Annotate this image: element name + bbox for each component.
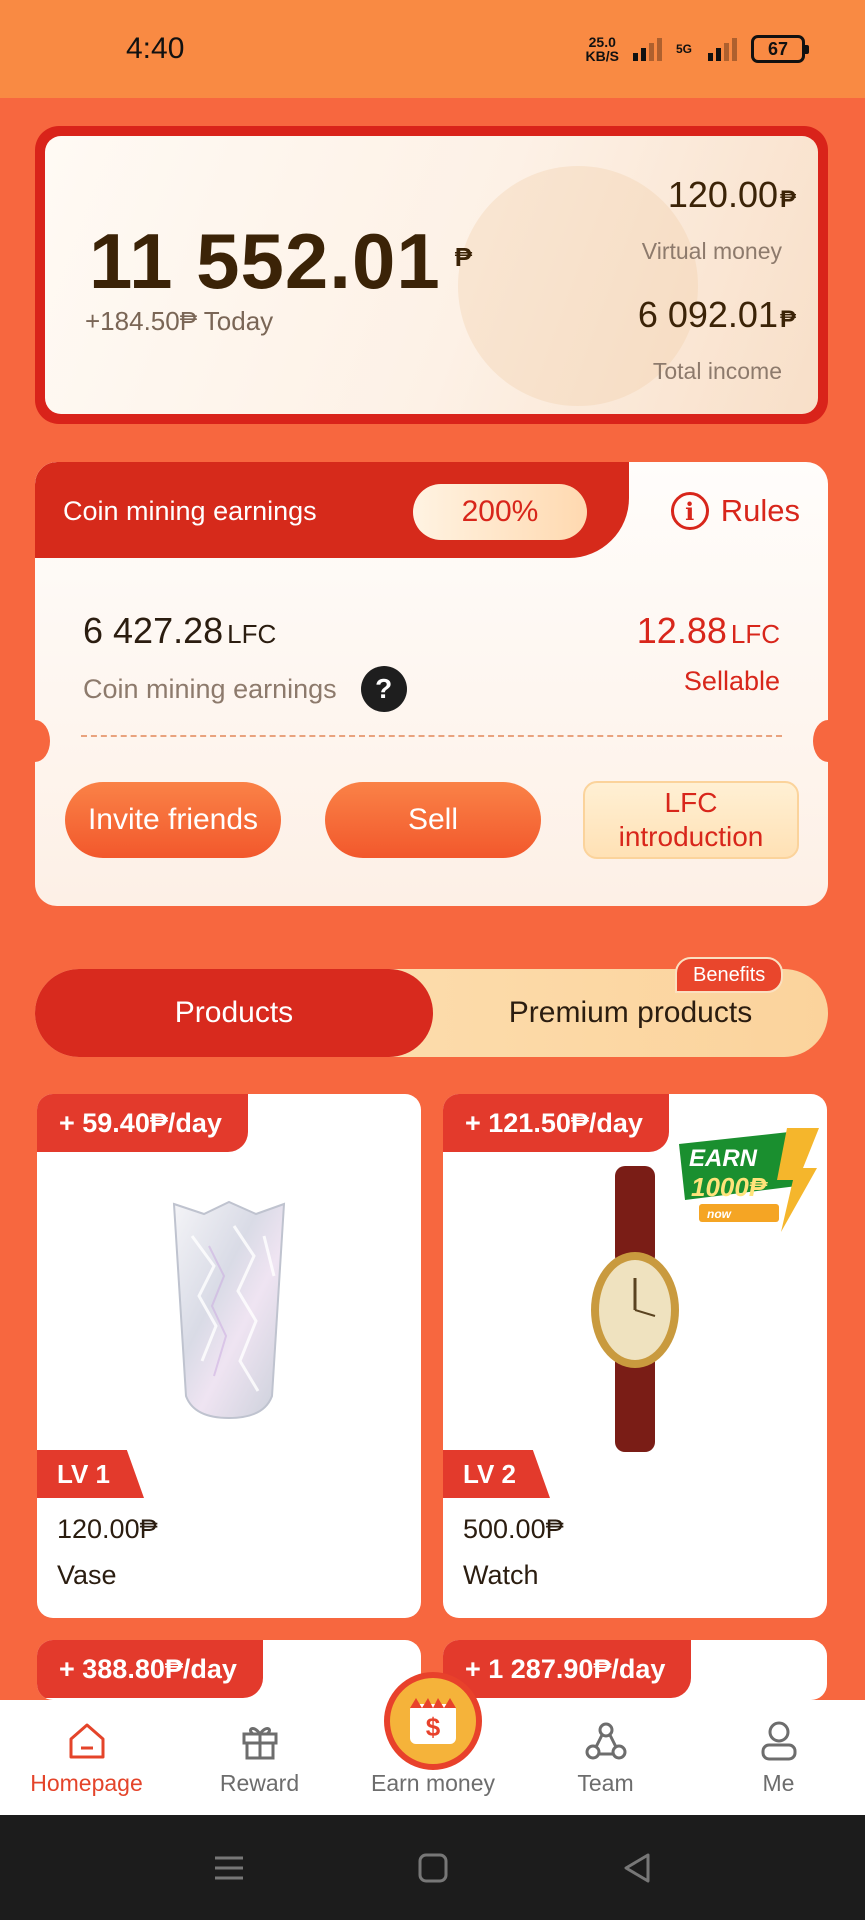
total-income-amount: 6 092.01₱ bbox=[637, 294, 796, 335]
mining-header: Coin mining earnings 200% bbox=[35, 462, 629, 558]
product-name: Vase bbox=[57, 1560, 117, 1590]
mining-title: Coin mining earnings bbox=[63, 496, 317, 526]
product-card-4[interactable]: + 1 287.90₱/day bbox=[443, 1640, 827, 1700]
battery-icon: 67 bbox=[751, 35, 809, 63]
status-bar: 4:40 25.0 KB/S 5G 67 bbox=[0, 0, 865, 98]
balance-amount: 11 552.01 bbox=[89, 217, 441, 305]
mining-percent-badge: 200% bbox=[413, 484, 587, 540]
status-icons: 25.0 KB/S 5G 67 bbox=[586, 35, 809, 63]
money-bag-icon: $ bbox=[410, 1698, 456, 1744]
balance-main: 11 552.01 ₱ bbox=[89, 216, 473, 307]
earn-amount-text: 1000₱ bbox=[691, 1172, 768, 1202]
daily-rate-tag: + 121.50₱/day bbox=[443, 1094, 669, 1152]
network-type: 5G bbox=[675, 42, 692, 56]
ticket-notch-right bbox=[813, 720, 828, 762]
earn-text: EARN bbox=[689, 1145, 758, 1172]
benefits-badge: Benefits bbox=[675, 957, 784, 993]
mining-card: Coin mining earnings 200% i Rules 6 427.… bbox=[35, 462, 828, 906]
signal-icon bbox=[632, 37, 662, 61]
earn-now-text: now bbox=[707, 1207, 732, 1221]
balance-today: +184.50₱ Today bbox=[85, 306, 274, 336]
nav-homepage[interactable]: Homepage bbox=[0, 1720, 173, 1797]
product-price: 500.00₱ bbox=[463, 1514, 564, 1544]
mining-earnings-value: 6 427.28 LFC bbox=[83, 610, 277, 651]
product-price: 120.00₱ bbox=[57, 1514, 158, 1544]
level-tag: LV 1 bbox=[37, 1450, 144, 1498]
product-tabs: Products Premium products Benefits bbox=[35, 957, 828, 1057]
ticket-notch-left bbox=[35, 720, 50, 762]
lfc-introduction-button[interactable]: LFC introduction bbox=[583, 781, 799, 859]
earn-1000-badge[interactable]: EARN 1000₱ now bbox=[669, 1124, 825, 1234]
product-name: Watch bbox=[463, 1560, 539, 1590]
svg-text:$: $ bbox=[426, 1712, 441, 1742]
network-speed: 25.0 KB/S bbox=[586, 35, 619, 63]
status-time: 4:40 bbox=[126, 32, 185, 65]
balance-card: 11 552.01 ₱ +184.50₱ Today 120.00₱ Virtua… bbox=[35, 126, 828, 424]
vase-image bbox=[172, 1200, 286, 1420]
nav-me[interactable]: Me bbox=[692, 1720, 865, 1797]
back-icon[interactable] bbox=[620, 1851, 654, 1885]
invite-friends-button[interactable]: Invite friends bbox=[65, 782, 281, 858]
network-speed-value: 25.0 bbox=[588, 34, 616, 50]
team-icon bbox=[585, 1722, 626, 1760]
signal-5g-icon bbox=[708, 37, 737, 61]
sellable-label: Sellable bbox=[683, 666, 780, 696]
level-tag: LV 2 bbox=[443, 1450, 550, 1498]
info-icon: i bbox=[670, 492, 709, 530]
product-card-watch[interactable]: + 121.50₱/day EARN 1000₱ now LV 2 500.00… bbox=[443, 1094, 827, 1618]
daily-rate-tag: + 388.80₱/day bbox=[37, 1640, 263, 1698]
product-card-3[interactable]: + 388.80₱/day bbox=[37, 1640, 421, 1700]
daily-rate-tag: + 59.40₱/day bbox=[37, 1094, 248, 1152]
network-speed-unit: KB/S bbox=[585, 48, 619, 64]
peso-icon: ₱ bbox=[454, 242, 474, 272]
person-icon bbox=[761, 1721, 796, 1761]
earn-money-button[interactable]: $ bbox=[384, 1672, 482, 1770]
total-income-label: Total income bbox=[652, 358, 782, 384]
earn-money-label: Earn money bbox=[370, 1770, 495, 1796]
rules-button[interactable]: i Rules bbox=[670, 492, 800, 530]
mining-earnings-label: Coin mining earnings ? bbox=[83, 666, 407, 712]
nav-team[interactable]: Team bbox=[519, 1720, 692, 1797]
sellable-value: 12.88 LFC bbox=[636, 610, 780, 651]
sell-button[interactable]: Sell bbox=[325, 782, 541, 858]
menu-icon[interactable] bbox=[212, 1853, 246, 1883]
help-question-icon[interactable]: ? bbox=[360, 666, 407, 712]
divider bbox=[81, 735, 782, 737]
tab-products[interactable]: Products bbox=[35, 969, 433, 1057]
system-nav-bar bbox=[0, 1815, 865, 1920]
gift-icon bbox=[242, 1727, 277, 1760]
product-card-vase[interactable]: + 59.40₱/day LV 1 120.00₱ Vase bbox=[37, 1094, 421, 1618]
home-square-icon[interactable] bbox=[416, 1851, 450, 1885]
virtual-money-amount: 120.00₱ bbox=[667, 174, 796, 215]
daily-rate-tag: + 1 287.90₱/day bbox=[443, 1640, 692, 1698]
home-icon bbox=[69, 1723, 104, 1759]
rules-label: Rules bbox=[720, 493, 800, 528]
virtual-money-label: Virtual money bbox=[641, 238, 782, 264]
nav-reward[interactable]: Reward bbox=[173, 1720, 346, 1797]
